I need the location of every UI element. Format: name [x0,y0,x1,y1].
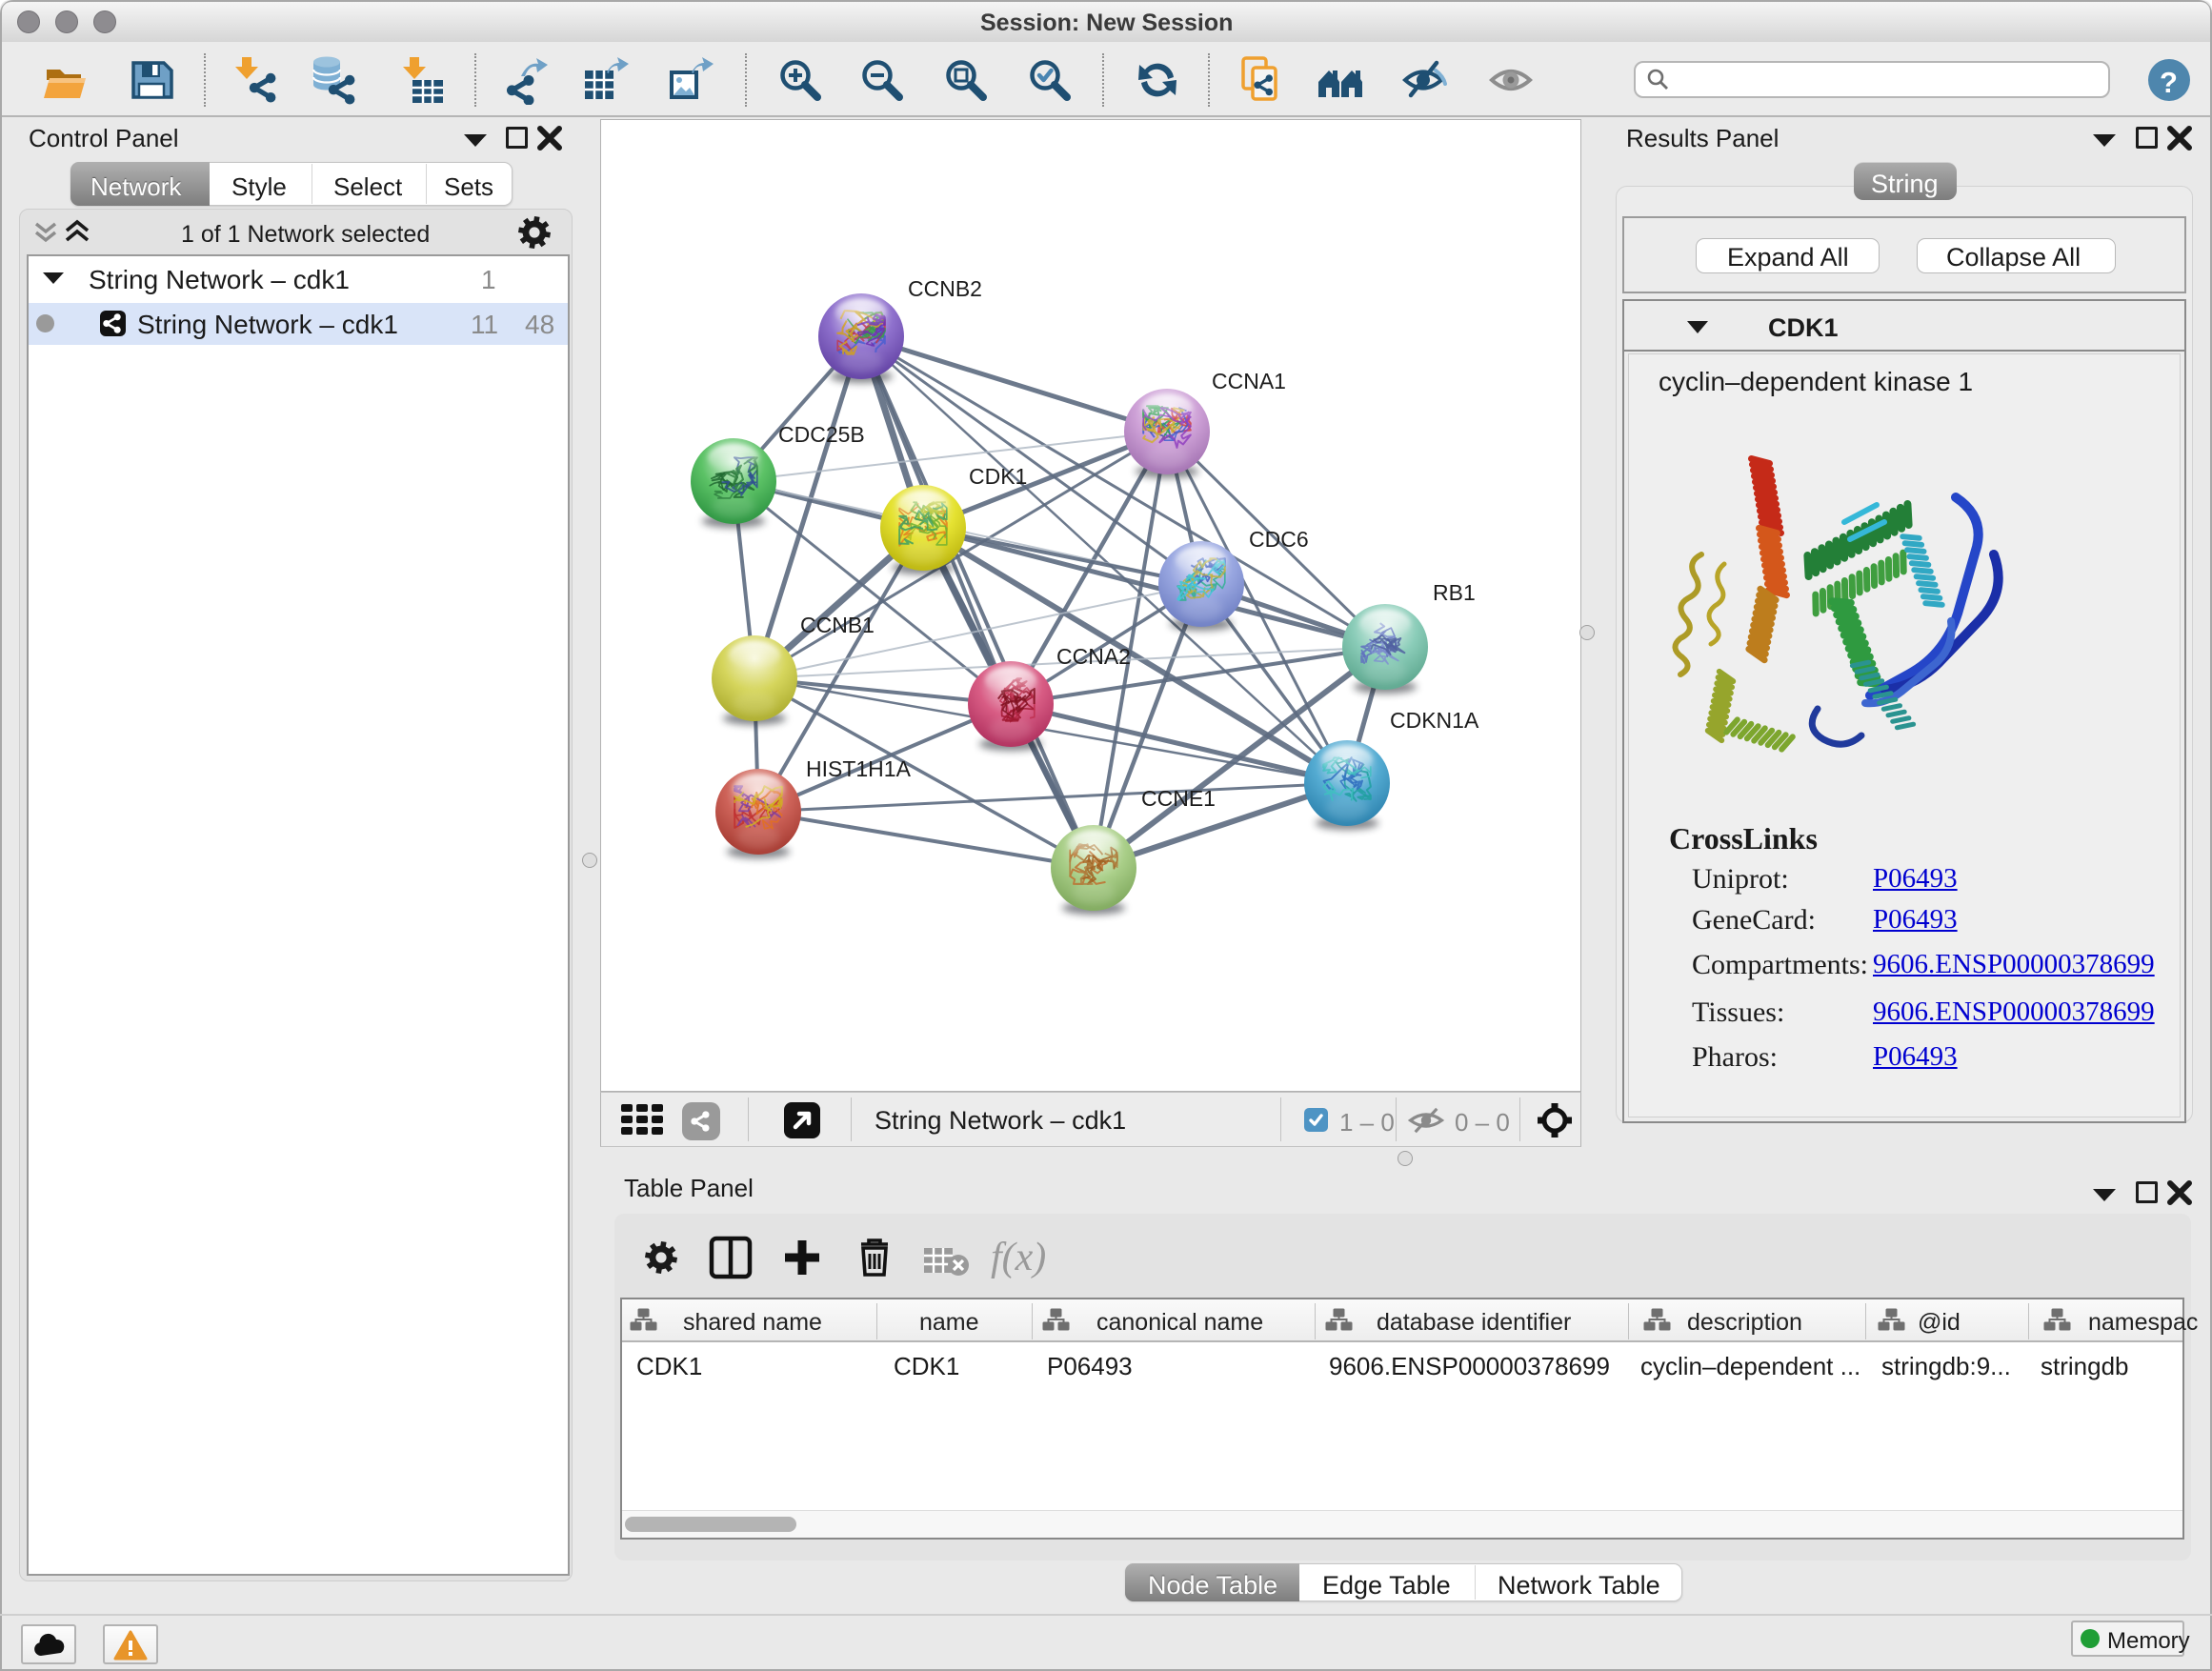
svg-text:HIST1H1A: HIST1H1A [806,756,912,781]
svg-text:CDC25B: CDC25B [778,422,865,447]
svg-text:CCNB2: CCNB2 [908,276,982,301]
svg-text:CCNE1: CCNE1 [1141,786,1216,811]
svg-text:CDK1: CDK1 [969,464,1027,489]
svg-text:RB1: RB1 [1433,580,1476,605]
svg-text:CDC6: CDC6 [1249,527,1309,552]
svg-text:CDKN1A: CDKN1A [1390,708,1479,733]
svg-text:CCNB1: CCNB1 [800,613,875,637]
svg-text:CCNA2: CCNA2 [1056,644,1131,669]
svg-text:CCNA1: CCNA1 [1212,369,1286,393]
